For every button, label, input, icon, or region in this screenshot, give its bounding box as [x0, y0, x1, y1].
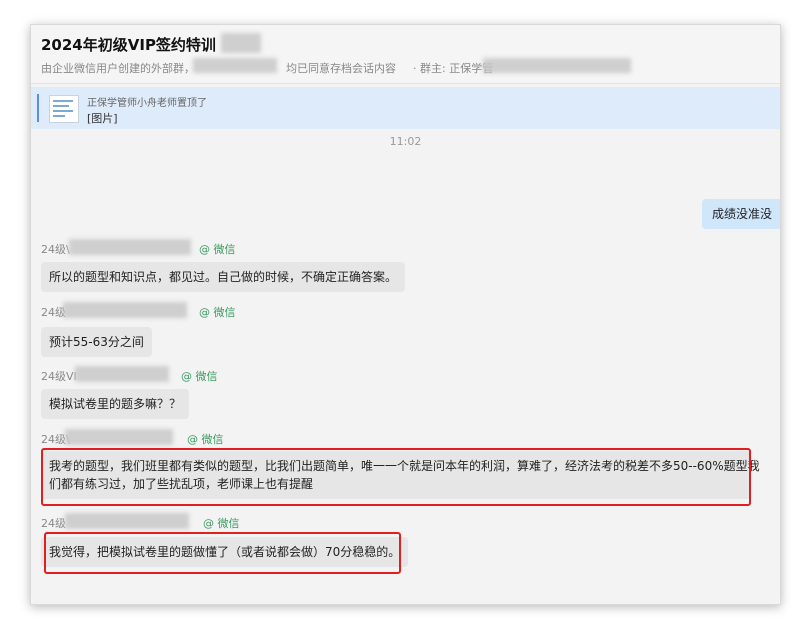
wechat-source-tag: @ 微信 [181, 370, 218, 383]
pinned-notice: 正保学管师小舟老师置顶了 [87, 98, 207, 109]
redacted-title [221, 33, 261, 53]
time-divider: 11:02 [389, 135, 422, 148]
wechat-source-tag: @ 微信 [199, 306, 236, 319]
subtitle-prefix: 由企业微信用户创建的外部群， [41, 62, 195, 75]
chat-window: 2024年初级VIP签约特训 由企业微信用户创建的外部群， 均已同意存档会话内容… [30, 24, 781, 605]
redacted-sender [69, 239, 191, 255]
redacted-sender [65, 513, 189, 529]
pinned-indicator [37, 94, 39, 122]
wechat-source-tag: @ 微信 [199, 243, 236, 256]
subtitle-archive: 均已同意存档会话内容 [286, 62, 396, 75]
redacted-sender [75, 366, 169, 382]
redacted-sender [63, 302, 187, 318]
pinned-message-bar[interactable]: 正保学管师小舟老师置顶了 [图片] [31, 87, 780, 129]
wechat-source-tag: @ 微信 [203, 517, 240, 530]
pinned-content: [图片] [87, 112, 118, 125]
wechat-source-tag: @ 微信 [187, 433, 224, 446]
highlight-box [44, 532, 401, 574]
outgoing-message-bubble[interactable]: 成绩没准没 [701, 199, 780, 229]
redacted-sender [65, 429, 173, 445]
highlight-box [41, 448, 751, 506]
message-bubble[interactable]: 模拟试卷里的题多嘛？？ [41, 389, 190, 419]
pinned-image-thumbnail[interactable] [49, 95, 79, 123]
chat-header: 2024年初级VIP签约特训 由企业微信用户创建的外部群， 均已同意存档会话内容… [31, 25, 780, 84]
message-bubble[interactable]: 预计55-63分之间 [41, 327, 152, 357]
redacted-subtitle [193, 58, 277, 73]
group-title[interactable]: 2024年初级VIP签约特训 [41, 34, 216, 55]
subtitle-owner: · 群主: 正保学管 [413, 62, 494, 75]
redacted-owner [483, 58, 631, 73]
message-bubble[interactable]: 所以的题型和知识点，都见过。自己做的时候，不确定正确答案。 [41, 262, 406, 292]
